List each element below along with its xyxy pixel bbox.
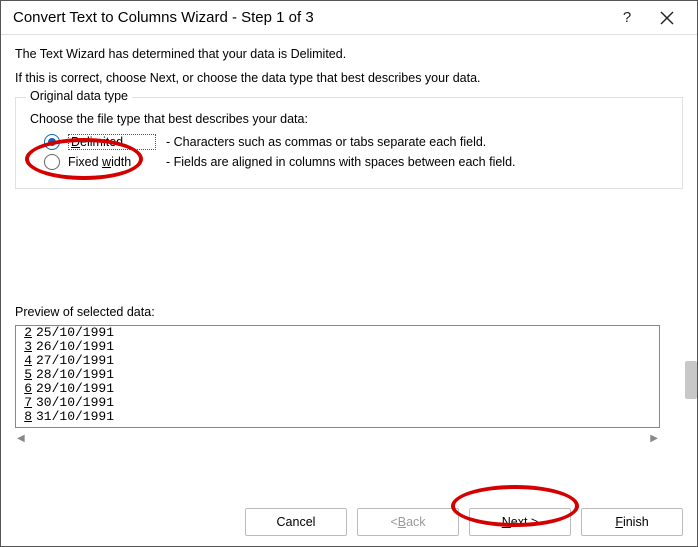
preview-label: Preview of selected data: xyxy=(15,305,683,319)
table-row: 427/10/1991 xyxy=(16,354,659,368)
next-button[interactable]: Next > xyxy=(469,508,571,536)
radio-desc-fixed-width: - Fields are aligned in columns with spa… xyxy=(166,155,516,169)
radio-row-delimited[interactable]: Delimited - Characters such as commas or… xyxy=(30,132,668,152)
original-data-type-group: Original data type Choose the file type … xyxy=(15,97,683,189)
group-prompt: Choose the file type that best describes… xyxy=(30,112,668,126)
radio-label-fixed-width: Fixed width xyxy=(68,155,156,169)
group-legend: Original data type xyxy=(26,89,132,103)
close-button[interactable] xyxy=(647,11,687,25)
table-row: 730/10/1991 xyxy=(16,396,659,410)
scroll-right-icon[interactable]: ▶ xyxy=(650,433,658,444)
preview-box[interactable]: 225/10/1991 326/10/1991 427/10/1991 528/… xyxy=(15,325,660,428)
close-icon xyxy=(660,11,674,25)
table-row: 326/10/1991 xyxy=(16,340,659,354)
horizontal-scrollbar[interactable]: ◀ ▶ xyxy=(15,430,660,446)
radio-fixed-width[interactable] xyxy=(44,154,60,170)
table-row: 225/10/1991 xyxy=(16,326,659,340)
radio-desc-delimited: - Characters such as commas or tabs sepa… xyxy=(166,135,486,149)
radio-row-fixed-width[interactable]: Fixed width - Fields are aligned in colu… xyxy=(30,152,668,172)
back-button[interactable]: < Back xyxy=(357,508,459,536)
dialog-title: Convert Text to Columns Wizard - Step 1 … xyxy=(13,9,607,26)
radio-label-delimited: Delimited xyxy=(68,134,156,150)
table-row: 831/10/1991 xyxy=(16,410,659,424)
vertical-scrollbar-thumb[interactable] xyxy=(685,361,697,399)
intro-text-2: If this is correct, choose Next, or choo… xyxy=(15,71,683,85)
finish-button[interactable]: Finish xyxy=(581,508,683,536)
table-row: 528/10/1991 xyxy=(16,368,659,382)
radio-delimited[interactable] xyxy=(44,134,60,150)
intro-text-1: The Text Wizard has determined that your… xyxy=(15,47,683,61)
title-bar: Convert Text to Columns Wizard - Step 1 … xyxy=(1,1,697,35)
scroll-left-icon[interactable]: ◀ xyxy=(17,433,25,444)
cancel-button[interactable]: Cancel xyxy=(245,508,347,536)
help-button[interactable]: ? xyxy=(607,9,647,26)
table-row: 629/10/1991 xyxy=(16,382,659,396)
footer-buttons: Cancel < Back Next > Finish xyxy=(245,508,683,536)
